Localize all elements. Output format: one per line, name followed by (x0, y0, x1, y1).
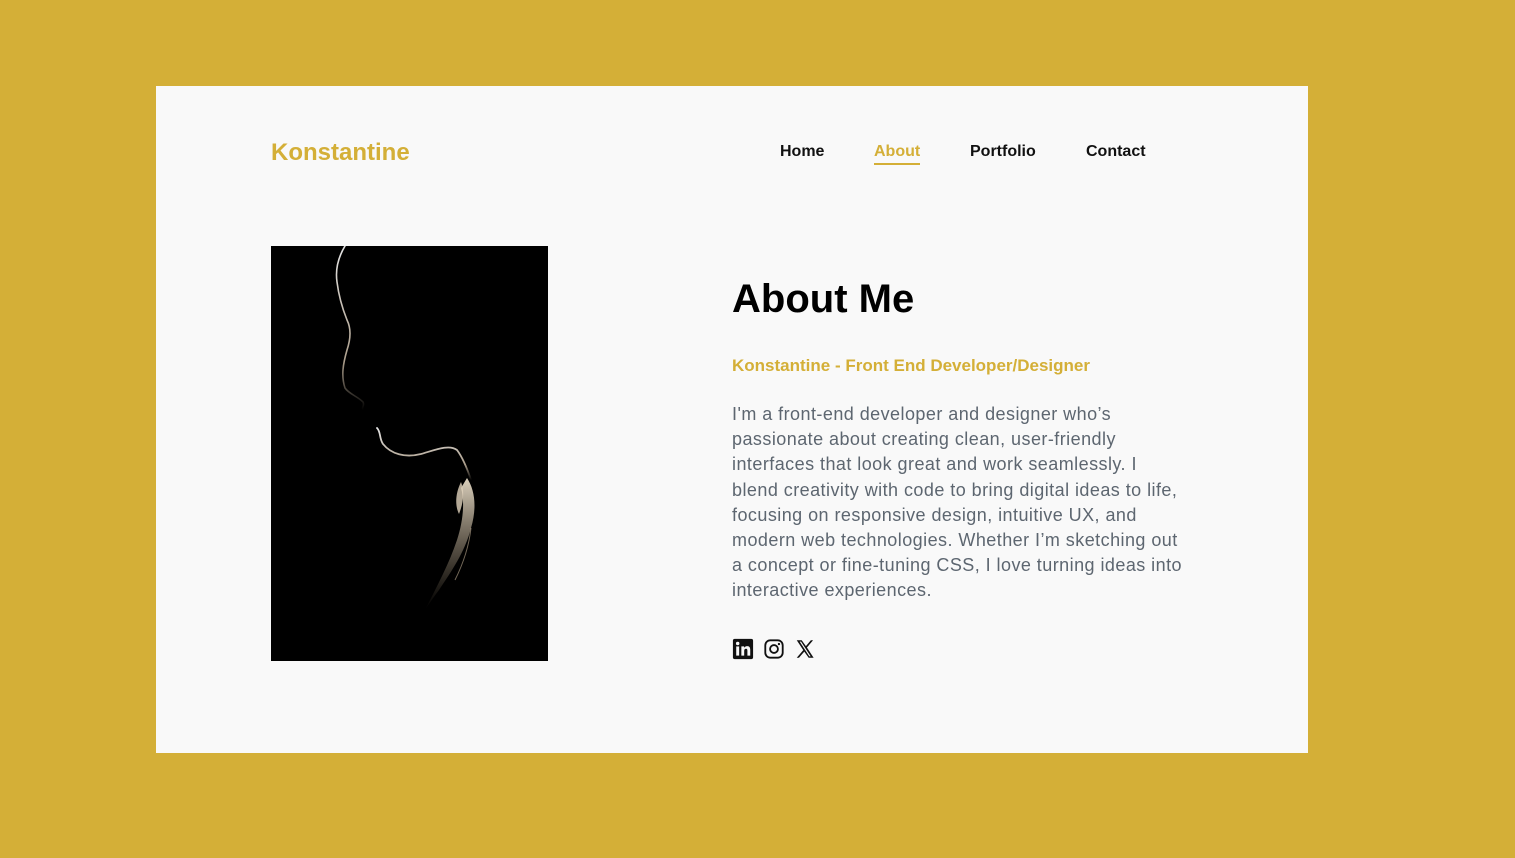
instagram-link[interactable] (763, 638, 785, 660)
x-twitter-icon (796, 640, 814, 658)
page-title: About Me (732, 277, 915, 321)
linkedin-link[interactable] (732, 638, 754, 660)
instagram-icon (764, 639, 784, 659)
bio-paragraph: I'm a front-end developer and designer w… (732, 404, 1182, 601)
nav-link-portfolio[interactable]: Portfolio (970, 143, 1036, 163)
about-card: Konstantine Home About Portfolio Contact (156, 86, 1308, 753)
x-twitter-link[interactable] (794, 638, 816, 660)
nav-link-home[interactable]: Home (780, 143, 824, 163)
role-subtitle: Konstantine - Front End Developer/Design… (732, 356, 1090, 375)
nav-link-about[interactable]: About (874, 143, 921, 165)
nav-link-contact[interactable]: Contact (1086, 143, 1146, 163)
brand-logo[interactable]: Konstantine (271, 139, 410, 167)
about-content: About Me Konstantine - Front End Develop… (732, 276, 1192, 660)
profile-photo (271, 246, 548, 661)
silhouette-image (335, 246, 475, 610)
linkedin-icon (732, 638, 754, 660)
